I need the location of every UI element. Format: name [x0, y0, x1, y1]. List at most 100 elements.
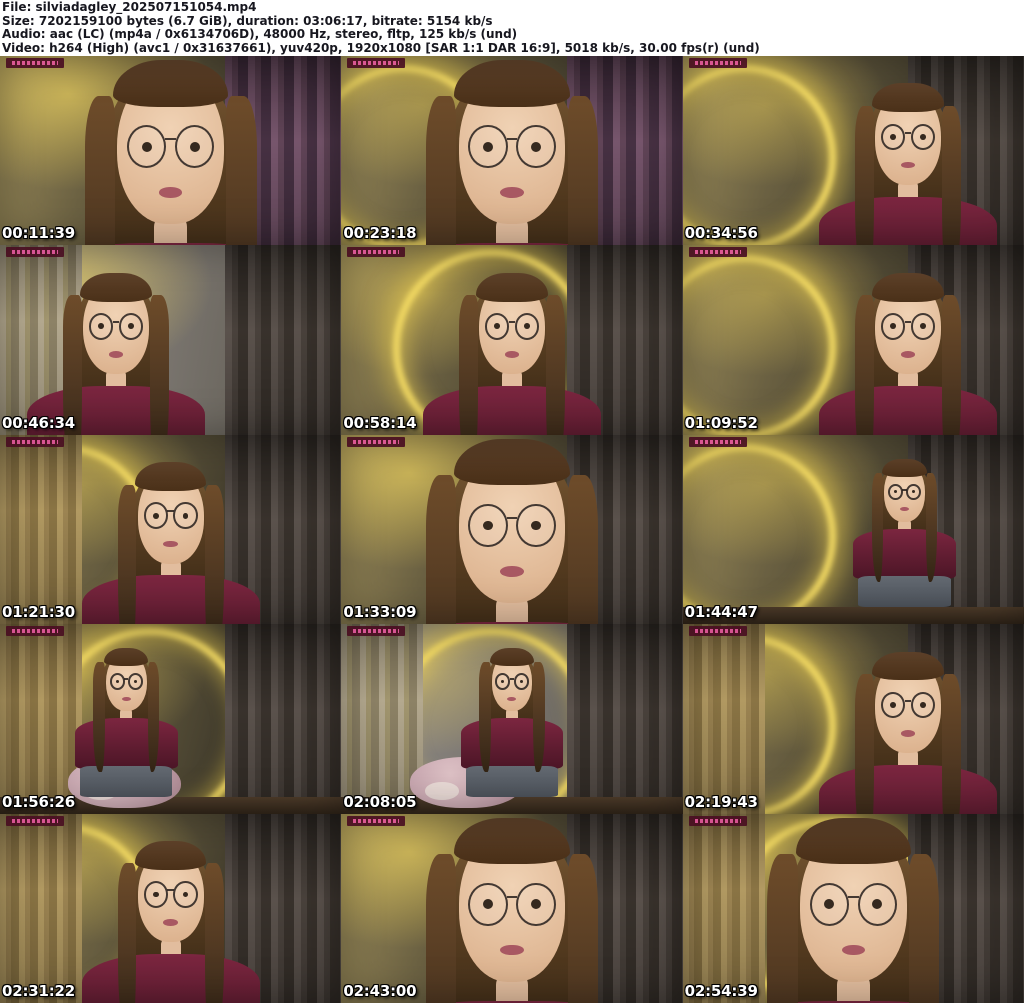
pink-logo-watermark-icon	[6, 247, 64, 258]
hair-strand-right	[942, 295, 961, 435]
pink-logo-watermark-icon	[688, 436, 747, 447]
maroon-shirt	[819, 764, 997, 814]
pink-logo-watermark-icon	[347, 815, 406, 826]
timestamp-overlay: 01:09:52	[684, 413, 758, 432]
maroon-shirt	[819, 386, 997, 435]
glasses-lens-left	[468, 882, 508, 926]
maroon-shirt	[423, 386, 601, 435]
hair-strand-right	[147, 662, 160, 772]
pink-logo-watermark-icon	[6, 436, 64, 447]
glasses-lens-right	[910, 123, 935, 151]
face	[795, 817, 911, 982]
timestamp-overlay: 00:23:18	[343, 224, 417, 243]
glasses-lens-left	[484, 312, 510, 340]
face	[113, 60, 229, 225]
pink-logo-watermark-icon	[347, 247, 406, 258]
pink-logo-watermark-icon	[6, 626, 64, 637]
timestamp-overlay: 00:11:39	[2, 224, 76, 243]
face	[882, 458, 927, 522]
person	[74, 648, 178, 797]
face	[454, 60, 570, 225]
hair-strand-left	[854, 295, 874, 435]
hair-strand-left	[458, 295, 478, 435]
mouth	[900, 507, 909, 512]
face	[872, 83, 944, 185]
hair-strand-left	[479, 662, 491, 772]
mouth	[163, 540, 178, 548]
glasses-lens-left	[143, 502, 168, 530]
mouth	[900, 351, 916, 358]
round-glasses	[143, 881, 198, 908]
glasses-lens-right	[857, 882, 898, 926]
person	[81, 841, 260, 1003]
video-info-line: Video: h264 (High) (avc1 / 0x31637661), …	[2, 40, 760, 55]
timestamp-overlay: 01:21:30	[2, 603, 76, 622]
maroon-shirt	[853, 528, 956, 580]
person	[27, 272, 205, 435]
mouth	[121, 696, 131, 701]
glasses-lens-left	[809, 882, 849, 926]
hair-strand-right	[942, 105, 961, 246]
glasses-lens-left	[126, 125, 167, 169]
person	[682, 817, 1024, 1003]
mouth	[500, 565, 524, 577]
size-info-line: Size: 7202159100 bytes (6.7 GiB), durati…	[2, 13, 493, 28]
timestamp-overlay: 01:44:47	[684, 603, 758, 622]
pink-logo-watermark-icon	[688, 247, 747, 258]
video-thumbnail-frame: 01:09:52	[682, 245, 1024, 435]
person	[0, 60, 342, 246]
round-glasses	[880, 691, 935, 719]
glasses-lens-left	[143, 881, 168, 908]
curtain-left	[682, 624, 765, 814]
video-thumbnail-frame: 00:34:56	[682, 56, 1024, 246]
timestamp-overlay: 01:33:09	[343, 603, 417, 622]
hair-strand-right	[533, 662, 545, 772]
timestamp-overlay: 02:54:39	[684, 981, 758, 1000]
glasses-lens-right	[173, 881, 198, 908]
hair-strand-left	[854, 674, 874, 814]
mouth	[500, 186, 524, 198]
hair-strand-right	[567, 475, 598, 625]
hair-strand-right	[567, 96, 598, 246]
curtain-right	[225, 624, 342, 814]
video-thumbnail-frame: 00:58:14	[341, 245, 683, 435]
glasses-lens-left	[880, 691, 906, 719]
round-glasses	[126, 125, 215, 169]
timestamp-overlay: 01:56:26	[2, 792, 76, 811]
mouth	[158, 186, 183, 198]
face	[135, 841, 207, 943]
timestamp-overlay: 00:58:14	[343, 413, 417, 432]
mouth	[841, 944, 866, 956]
maroon-shirt	[81, 954, 260, 1003]
hair-strand-right	[942, 674, 961, 814]
glasses-lens-right	[175, 125, 215, 169]
face	[80, 272, 152, 375]
glasses-lens-left	[468, 503, 508, 548]
mouth	[504, 351, 520, 358]
face	[104, 648, 149, 711]
hair-strand-left	[871, 472, 884, 583]
video-thumbnail-frame: 02:08:05	[341, 624, 683, 814]
person	[819, 272, 997, 435]
round-glasses	[109, 673, 143, 690]
round-glasses	[468, 503, 556, 548]
video-thumbnail-frame: 00:46:34	[0, 245, 342, 435]
hair-strand-right	[909, 854, 940, 1003]
jeans	[858, 576, 951, 608]
video-thumbnail-frame: 01:44:47	[682, 434, 1024, 625]
person	[819, 651, 997, 814]
curtain-right	[225, 245, 342, 435]
person	[341, 60, 683, 246]
video-thumbnail-frame: 02:19:43	[682, 624, 1024, 814]
hair-strand-right	[226, 96, 257, 246]
round-glasses	[880, 123, 935, 151]
hair-strand-right	[150, 295, 170, 435]
glasses-lens-right	[118, 312, 144, 340]
timestamp-overlay: 00:46:34	[2, 413, 76, 432]
hair-strand-left	[117, 863, 137, 1003]
person	[819, 83, 997, 246]
pink-logo-watermark-icon	[688, 58, 747, 68]
video-thumbnail-frame: 01:21:30	[0, 434, 342, 625]
mouth	[900, 729, 916, 737]
round-glasses	[468, 125, 556, 169]
